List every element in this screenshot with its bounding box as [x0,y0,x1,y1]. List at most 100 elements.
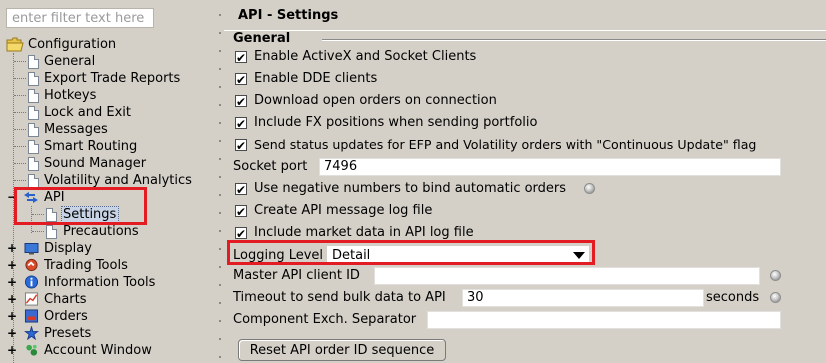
dropdown-arrow-icon[interactable] [573,252,585,259]
tree-item-label: Lock and Exit [44,105,131,120]
socket-port-field[interactable]: 7496 [319,158,781,176]
logging-level-select[interactable]: Detail [327,246,589,265]
tree-item-api[interactable]: − API [4,189,204,206]
checkbox-checked[interactable] [235,92,247,112]
tree-item-display[interactable]: + Display [4,240,204,257]
tree-item-presets[interactable]: + Presets [4,325,204,342]
tree-item-label: Information Tools [44,275,156,290]
document-icon [28,174,39,188]
help-info-icon[interactable] [584,183,595,194]
tree-item-hotkeys[interactable]: Hotkeys [14,87,214,104]
reset-api-order-id-button[interactable]: Reset API order ID sequence [238,339,446,361]
setting-include-fx-positions[interactable]: Include FX positions when sending portfo… [224,113,824,134]
tree-item-api-precautions[interactable]: Precautions [32,223,212,240]
tree-item-account-window[interactable]: + Account Window [4,342,204,359]
component-separator-label: Component Exch. Separator [233,312,417,327]
tree-item-label: Sound Manager [44,156,147,171]
checkbox-checked[interactable] [235,180,247,200]
setting-download-open-orders[interactable]: Download open orders on connection [224,91,824,112]
expand-plus-icon[interactable]: + [7,276,17,288]
display-icon [24,243,39,255]
folder-open-icon [6,37,24,52]
expand-plus-icon[interactable]: + [7,310,17,322]
tree-item-label: Precautions [63,224,139,239]
checkbox-checked[interactable] [235,70,247,90]
splitter-grip [219,50,221,52]
setting-include-market-data-log[interactable]: Include market data in API log file [224,223,824,244]
checkbox-checked[interactable] [235,224,247,244]
splitter-grip [219,356,221,358]
master-client-id-label: Master API client ID [233,268,360,283]
timeout-unit-label: seconds [706,290,760,305]
section-title-general: General [233,31,291,46]
splitter-grip [219,32,221,34]
splitter-grip [219,104,221,106]
checkbox-checked[interactable] [235,202,247,222]
setting-create-api-log[interactable]: Create API message log file [224,201,824,222]
setting-label: Send status updates for EFP and Volatili… [254,137,757,152]
tree-item-label: General [44,54,96,69]
splitter-grip [219,14,221,16]
splitter-grip [219,230,221,232]
collapse-minus-icon[interactable]: − [7,191,17,203]
tree-item-smart-routing[interactable]: Smart Routing [14,138,214,155]
splitter-grip [219,284,221,286]
page-title: API - Settings [238,8,339,23]
expand-plus-icon[interactable]: + [7,344,17,356]
tree-item-label: Trading Tools [44,258,128,273]
tree-item-label: Messages [44,122,108,137]
tree-root-configuration[interactable]: Configuration [4,36,204,53]
expand-plus-icon[interactable]: + [7,327,17,339]
setting-label: Include market data in API log file [254,225,474,240]
tree-item-api-settings[interactable]: Settings [32,206,212,223]
tree-item-volatility-and-analytics[interactable]: Volatility and Analytics [14,172,214,189]
page-title-bar: API - Settings [224,0,826,31]
config-tree-panel: Configuration General Export Trade Repor… [0,0,216,363]
tree-item-information-tools[interactable]: + Information Tools [4,274,204,291]
expand-plus-icon[interactable]: + [7,259,17,271]
document-icon [28,72,39,86]
tree-item-general[interactable]: General [14,53,214,70]
document-icon [28,106,39,120]
document-icon [28,123,39,137]
document-icon [28,55,39,69]
tree-item-label: Smart Routing [44,139,138,154]
component-separator-field[interactable] [427,311,781,329]
tree-item-export-trade-reports[interactable]: Export Trade Reports [14,70,214,87]
splitter-grip [219,176,221,178]
setting-timeout-bulk-data: Timeout to send bulk data to API 30 seco… [224,288,824,308]
timeout-field[interactable]: 30 [462,289,704,307]
document-icon [46,225,57,239]
panel-splitter[interactable] [216,0,224,363]
setting-enable-activex-socket[interactable]: Enable ActiveX and Socket Clients [224,47,824,68]
tree-item-label: Charts [44,292,87,307]
document-icon [28,140,39,154]
splitter-grip [219,266,221,268]
chart-icon [24,292,39,306]
tree-item-charts[interactable]: + Charts [4,291,204,308]
help-info-icon[interactable] [770,270,781,281]
timeout-label: Timeout to send bulk data to API [233,290,446,305]
setting-send-status-updates[interactable]: Send status updates for EFP and Volatili… [224,135,824,156]
tree-filter-input[interactable] [6,8,154,28]
expand-plus-icon[interactable]: + [7,242,17,254]
socket-port-label: Socket port [233,159,308,174]
setting-enable-dde-clients[interactable]: Enable DDE clients [224,69,824,90]
tree-item-lock-and-exit[interactable]: Lock and Exit [14,104,214,121]
setting-negative-numbers-bind[interactable]: Use negative numbers to bind automatic o… [224,179,824,200]
master-client-id-field[interactable] [374,267,760,285]
expand-plus-icon[interactable]: + [7,293,17,305]
tree-item-orders[interactable]: + Orders [4,308,204,325]
checkbox-checked[interactable] [235,136,247,156]
checkbox-checked[interactable] [235,48,247,68]
tree-item-trading-tools[interactable]: + Trading Tools [4,257,204,274]
presets-icon [24,326,39,340]
checkbox-checked[interactable] [235,114,247,134]
help-info-icon[interactable] [770,292,781,303]
tree-item-sound-manager[interactable]: Sound Manager [14,155,214,172]
setting-label: Include FX positions when sending portfo… [254,115,538,130]
tree-item-messages[interactable]: Messages [14,121,214,138]
tree-item-label: Presets [44,326,92,341]
setting-label: Enable DDE clients [254,71,378,86]
splitter-grip [219,68,221,70]
